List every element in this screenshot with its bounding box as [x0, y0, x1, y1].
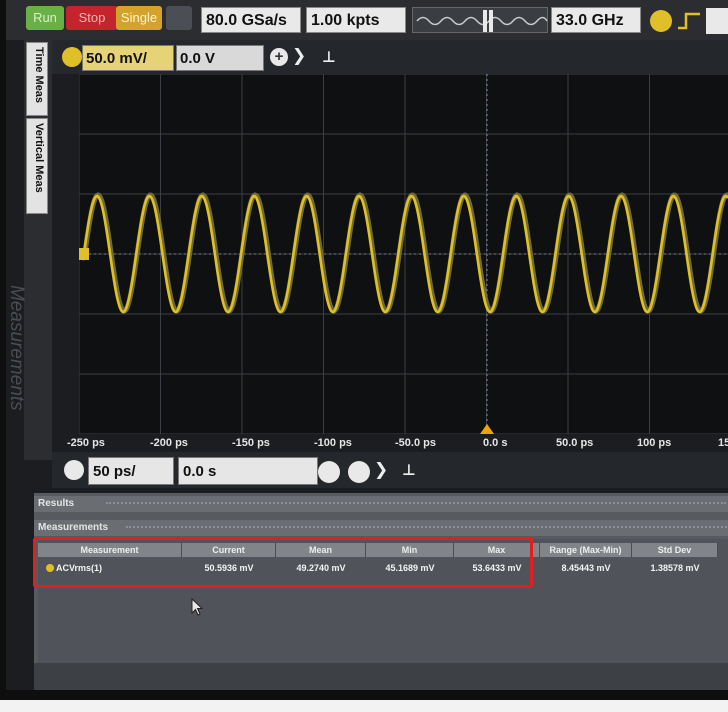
pin-icon[interactable]: ⊥ — [322, 48, 336, 66]
trigger-level-field[interactable] — [706, 8, 728, 34]
memory-depth-field[interactable]: 1.00 kpts — [306, 7, 406, 33]
channel-controls: 50.0 mV/ 0.0 V + ❯ ⊥ — [52, 40, 728, 74]
trigger-position-marker[interactable] — [480, 424, 494, 434]
stop-button[interactable]: Stop — [66, 6, 118, 30]
rising-edge-icon[interactable] — [676, 10, 702, 32]
time-tick-label: 100 ps — [637, 437, 672, 449]
time-tick-label: -250 ps — [67, 437, 105, 449]
channel1-icon[interactable] — [62, 47, 82, 67]
waveform-display[interactable] — [79, 74, 728, 434]
measurements-side-label: Measurements — [6, 285, 27, 411]
vertical-scale-field[interactable]: 50.0 mV/ — [82, 45, 174, 71]
side-panel: Time Meas Vertical Meas Measurements — [6, 40, 52, 460]
tab-vertical-meas[interactable]: Vertical Meas — [26, 118, 48, 214]
status-strip — [34, 663, 728, 690]
time-scale-field[interactable]: 50 ps/ — [88, 457, 174, 485]
time-tick-label: -200 ps — [150, 437, 188, 449]
waveform-overview[interactable] — [412, 7, 548, 33]
graticule — [79, 74, 728, 434]
horizontal-icon[interactable] — [64, 460, 84, 480]
tab-vertical-meas-label: Vertical Meas — [33, 123, 45, 193]
top-toolbar: Run Stop Single 80.0 GSa/s 1.00 kpts 33.… — [6, 0, 728, 40]
results-header[interactable]: Results — [34, 496, 728, 512]
ground-reference-marker[interactable] — [79, 248, 89, 260]
vertical-offset-field[interactable]: 0.0 V — [176, 45, 264, 71]
add-icon[interactable]: + — [270, 48, 288, 66]
mouse-cursor-icon — [191, 598, 204, 616]
expand-arrow-icon[interactable]: ❯ — [292, 46, 306, 66]
time-tick-label: -100 ps — [314, 437, 352, 449]
single-button[interactable]: Single — [116, 6, 162, 30]
time-position-field[interactable]: 0.0 s — [178, 457, 318, 485]
column-header-std-dev[interactable]: Std Dev — [632, 543, 718, 557]
trigger-icon[interactable] — [650, 10, 672, 32]
bandwidth-field[interactable]: 33.0 GHz — [551, 7, 641, 33]
sample-rate-field[interactable]: 80.0 GSa/s — [201, 7, 301, 33]
column-header-range[interactable]: Range (Max-Min) — [540, 543, 632, 557]
tab-time-meas-label: Time Meas — [33, 47, 45, 104]
overview-wave-icon — [416, 10, 548, 32]
time-tick-label: -150 ps — [232, 437, 270, 449]
tab-time-meas[interactable]: Time Meas — [26, 42, 48, 116]
run-button[interactable]: Run — [26, 6, 64, 30]
time-tick-label: 50.0 ps — [556, 437, 594, 449]
expand-time-arrow-icon[interactable]: ❯ — [374, 460, 388, 480]
highlight-box — [33, 537, 533, 588]
time-tick-label: -50.0 ps — [395, 437, 436, 449]
time-pin-icon[interactable]: ⊥ — [402, 461, 416, 479]
cell-std-dev: 1.38578 mV — [650, 563, 700, 573]
navigate-icon[interactable] — [348, 461, 370, 483]
zoom-icon[interactable] — [318, 461, 340, 483]
time-tick-label: 0.0 s — [483, 437, 508, 449]
default-setup-button[interactable] — [166, 6, 192, 30]
timebase-controls: 50 ps/ 0.0 s ❯ ⊥ — [52, 452, 728, 488]
cell-range: 8.45443 mV — [561, 563, 611, 573]
measurements-header[interactable]: Measurements — [34, 520, 728, 536]
